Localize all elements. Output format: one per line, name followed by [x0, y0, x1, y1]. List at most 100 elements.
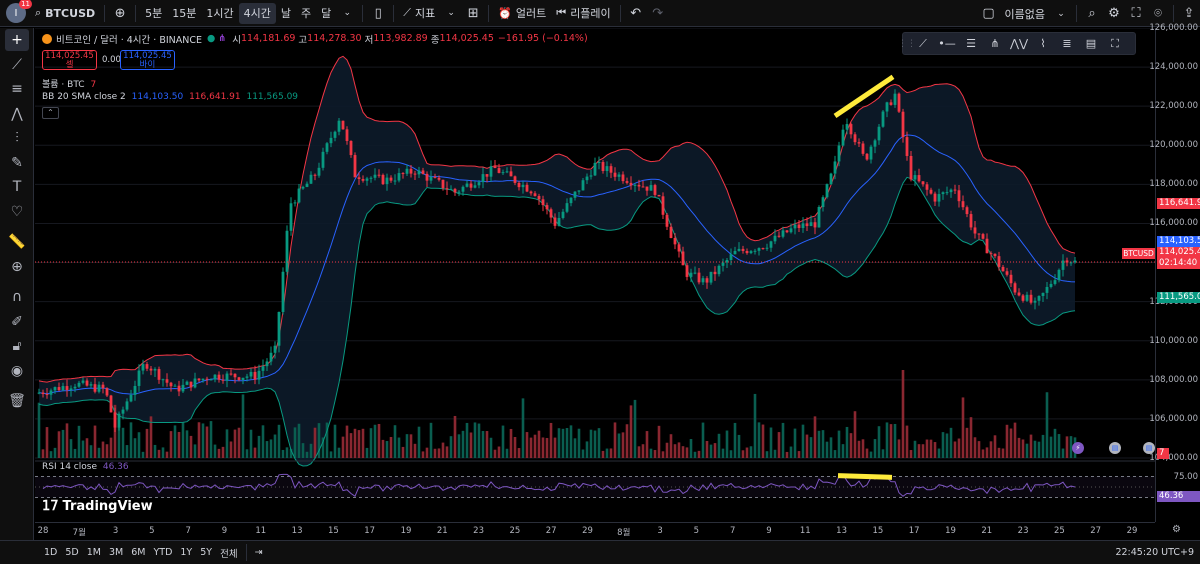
volume-bar [789, 446, 793, 458]
time-axis-label: 7 [185, 526, 191, 536]
sell-button[interactable]: 114,025.45 셀 [42, 50, 97, 70]
pitchfork-icon[interactable]: ⋔ [983, 33, 1007, 54]
gear-icon[interactable]: ⚙ [1103, 3, 1125, 24]
interval-4h[interactable]: 4시간 [238, 2, 276, 24]
interval-5m[interactable]: 5분 [140, 3, 167, 24]
range-6m[interactable]: 6M [127, 547, 149, 558]
candle-style-icon[interactable]: ▯ [367, 3, 389, 24]
zoom-in-icon[interactable]: ⊕ [0, 255, 34, 280]
interval-week[interactable]: 주 [296, 3, 316, 24]
parallel-channel-icon[interactable]: ☰ [959, 33, 983, 54]
interval-day[interactable]: 날 [276, 3, 296, 24]
legend-collapse-button[interactable]: ⌃ [42, 107, 59, 119]
horizontal-ray-icon[interactable]: •— [935, 33, 959, 54]
abcd-pattern-icon[interactable]: ⋀⋁ [1007, 33, 1031, 54]
layout-name[interactable]: 이름없음 [1000, 3, 1050, 24]
event-us-flag-icon[interactable]: ▤ [1143, 442, 1155, 454]
candle-body [985, 238, 989, 254]
trash-icon[interactable]: 🗑︎ [0, 389, 34, 414]
compare-add-icon[interactable]: ⊕ [109, 3, 131, 24]
candle-body [713, 271, 717, 275]
interval-1h[interactable]: 1시간 [201, 3, 238, 24]
symbol-search[interactable]: ⌕ BTCUSD [30, 3, 100, 24]
range-1m[interactable]: 1M [83, 547, 105, 558]
range-1y[interactable]: 1Y [176, 547, 196, 558]
bollinger-legend[interactable]: BB 20 SMA close 2 114,103.50 116,641.91 … [42, 92, 298, 102]
symbol-title[interactable]: 비트코인 / 달러 · 4시간 · BINANCE [56, 32, 202, 46]
ruler-icon[interactable]: 📏 [0, 230, 34, 255]
volume-bar [369, 428, 373, 458]
volume-bar [349, 433, 353, 458]
candle-body [377, 174, 381, 176]
volume-legend[interactable]: 볼륨 · BTC 7 [42, 77, 96, 90]
trend-line-icon[interactable]: ⟋ [911, 33, 935, 54]
elliott-wave-icon[interactable]: ⌇ [1031, 33, 1055, 54]
templates-grid-icon[interactable]: ⊞ [462, 3, 484, 24]
publish-icon[interactable]: ⇪ [1178, 3, 1200, 24]
prediction-icon[interactable]: ⫶ [0, 126, 34, 151]
range-5d[interactable]: 5D [61, 547, 82, 558]
chevron-down-icon[interactable]: ⌄ [1050, 3, 1072, 24]
fib-retracement-icon[interactable]: ≡ [0, 77, 34, 102]
magnet-icon[interactable]: ∩ [0, 285, 34, 310]
tradingview-logo: 𝟣𝟩 TradingView [42, 499, 153, 514]
rsi-legend[interactable]: RSI 14 close 46.36 [42, 462, 129, 472]
drag-handle-icon[interactable]: ⋮⋮ [898, 33, 916, 54]
range-5y[interactable]: 5Y [196, 547, 216, 558]
range-ytd[interactable]: YTD [149, 547, 176, 558]
event-flash-icon[interactable]: ⚡ [1072, 442, 1084, 454]
pattern-icon[interactable]: ⋀ [0, 102, 34, 127]
buy-button[interactable]: 114,025.45 바이 [120, 50, 175, 70]
long-position-icon[interactable]: ▤ [1079, 33, 1103, 54]
volume-bar [553, 437, 557, 458]
time-axis-label: 27 [1090, 526, 1102, 536]
candle-body [157, 369, 161, 380]
crosshair-icon[interactable]: + [0, 28, 34, 53]
candle-body [545, 205, 549, 210]
camera-icon[interactable]: ⌾ [1147, 3, 1169, 24]
goto-date-icon[interactable]: ⇥ [251, 547, 267, 558]
quick-search-icon[interactable]: ⌕ [1081, 3, 1103, 24]
interval-15m[interactable]: 15분 [167, 3, 201, 24]
range-all[interactable]: 전체 [216, 546, 241, 560]
trend-line-icon[interactable]: ⟋ [0, 53, 34, 78]
chevron-down-icon[interactable]: ⌄ [336, 3, 358, 24]
range-3m[interactable]: 3M [105, 547, 127, 558]
volume-bar [133, 438, 137, 458]
user-avatar-icon[interactable]: I 11 [6, 0, 32, 23]
heart-icon[interactable]: ♡ [0, 200, 34, 225]
brush-icon[interactable]: ✎ [0, 151, 34, 176]
chevron-down-icon[interactable]: ⌄ [440, 3, 462, 24]
divider [362, 4, 364, 22]
alert-button[interactable]: ⏰ 얼러트 [493, 3, 551, 24]
fullscreen-icon[interactable]: ⛶ [1125, 3, 1147, 24]
bb-basis-tag: 114,103.50 [1157, 236, 1200, 247]
layout-square-icon[interactable]: ▢ [978, 3, 1000, 24]
indicators-button[interactable]: ⟋ 지표 [398, 3, 440, 24]
volume-bar [733, 422, 737, 458]
time-axis-settings-icon[interactable]: ⚙ [1172, 524, 1181, 535]
volume-bar [365, 447, 369, 458]
range-1d[interactable]: 1D [40, 547, 61, 558]
interval-month[interactable]: 달 [316, 3, 336, 24]
redo-icon[interactable]: ↷ [647, 3, 669, 24]
candle-body [553, 217, 557, 226]
price-chart[interactable] [35, 28, 1155, 522]
volume-bar [77, 425, 81, 458]
volume-bar [705, 440, 709, 458]
volume-bar [329, 451, 333, 458]
clock[interactable]: 22:45:20 UTC+9 [1115, 547, 1194, 558]
eye-icon[interactable]: ◉ [0, 359, 34, 384]
text-icon[interactable]: T [0, 175, 34, 200]
candle-body [1057, 269, 1061, 281]
lock-icon[interactable]: 🔓︎ [0, 334, 34, 359]
fib-icon[interactable]: ≣ [1055, 33, 1079, 54]
stay-drawing-icon[interactable]: ✐ [0, 310, 34, 335]
volume-bar [1013, 422, 1017, 458]
time-axis[interactable]: 28 7월 3 5 7 9 11 13 15 17 19 21 23 25 27 29 8월 3 5 7 9 11 13 15… [35, 522, 1155, 540]
event-us-flag-icon[interactable]: ▤ [1109, 442, 1121, 454]
undo-icon[interactable]: ↶ [625, 3, 647, 24]
replay-button[interactable]: ⏮ 리플레이 [551, 3, 615, 24]
rectangle-icon[interactable]: ⛶ [1103, 33, 1127, 54]
candle-body [777, 235, 781, 237]
